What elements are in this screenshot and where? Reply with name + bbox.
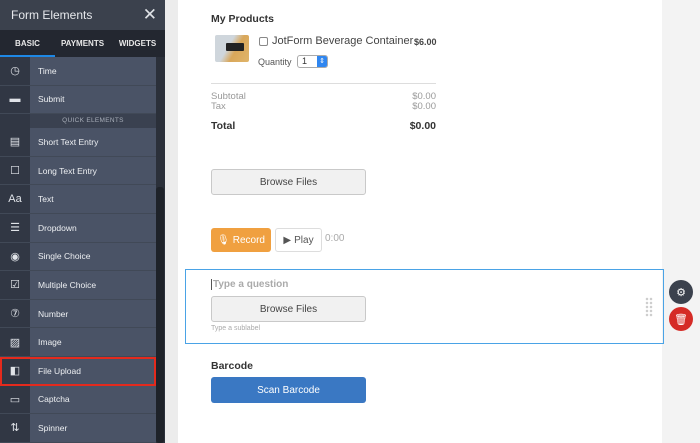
browse-files-button[interactable]: Browse Files <box>211 296 366 322</box>
sidebar-item-submit[interactable]: ▬ Submit <box>0 85 156 115</box>
sidebar-item-long-text-entry[interactable]: ☐ Long Text Entry <box>0 156 156 186</box>
sidebar-item-time[interactable]: ◷ Time <box>0 57 156 86</box>
sidebar-item-label: Spinner <box>30 414 156 442</box>
sidebar-tabs: BASIC PAYMENTS WIDGETS <box>0 30 165 57</box>
sidebar-item-spinner[interactable]: ⇅ Spinner <box>0 414 156 443</box>
sidebar-item-label: Captcha <box>30 385 156 414</box>
products-title: My Products <box>211 13 275 25</box>
long-text-icon: ☐ <box>0 156 30 185</box>
sidebar-header: Form Elements ✕ <box>0 0 165 30</box>
trash-icon[interactable]: 🗑 <box>669 307 693 331</box>
element-list: ◷ Time ▬ Submit QUICK ELEMENTS ▤ Short Text En… <box>0 57 156 443</box>
sidebar-item-label: Dropdown <box>30 213 156 242</box>
form-elements-sidebar: Form Elements ✕ BASIC PAYMENTS WIDGETS ◷… <box>0 0 165 443</box>
sidebar-item-file-upload[interactable]: ◧ File Upload <box>0 356 156 386</box>
chevron-updown-icon: ⇕ <box>317 56 327 67</box>
product-name: JotForm Beverage Container <box>272 35 414 47</box>
submit-icon: ▬ <box>0 85 30 114</box>
captcha-icon: ▭ <box>0 385 30 414</box>
product-checkbox[interactable] <box>259 37 268 46</box>
record-label: Record <box>232 234 265 246</box>
radio-icon: ◉ <box>0 242 30 271</box>
sidebar-item-image[interactable]: ▨ Image <box>0 328 156 357</box>
play-button[interactable]: ▶ Play <box>275 228 322 252</box>
quick-elements-header: QUICK ELEMENTS <box>30 114 156 129</box>
play-label: Play <box>294 234 314 246</box>
selected-field-file-upload[interactable]: Type a question Browse Files Type a subl… <box>185 269 664 344</box>
number-icon: ⑦ <box>0 299 30 328</box>
sidebar-item-dropdown[interactable]: ☰ Dropdown <box>0 213 156 243</box>
file-upload-icon: ◧ <box>0 356 30 385</box>
sidebar-item-label: Image <box>30 328 156 356</box>
sidebar-title: Form Elements <box>11 8 93 22</box>
tab-payments[interactable]: PAYMENTS <box>55 30 110 57</box>
sidebar-item-label: Single Choice <box>30 242 156 271</box>
sidebar-item-single-choice[interactable]: ◉ Single Choice <box>0 242 156 272</box>
tax-label: Tax <box>211 101 226 112</box>
microphone-icon: 🎙 <box>217 234 230 246</box>
drag-handle-icon[interactable] <box>645 297 653 317</box>
sidebar-item-short-text-entry[interactable]: ▤ Short Text Entry <box>0 128 156 157</box>
quantity-label: Quantity <box>258 57 292 67</box>
sidebar-item-number[interactable]: ⑦ Number <box>0 299 156 329</box>
total-value: $0.00 <box>409 120 436 132</box>
clock-icon: ◷ <box>0 57 30 85</box>
scrollbar-thumb[interactable] <box>156 187 164 443</box>
sidebar-item-text[interactable]: Aa Text <box>0 185 156 214</box>
sidebar-item-label: Time <box>30 57 156 85</box>
question-input[interactable]: Type a question <box>211 279 288 290</box>
total-label: Total <box>211 120 236 132</box>
sidebar-item-label: Number <box>30 299 156 328</box>
sidebar-item-label: Long Text Entry <box>30 156 156 185</box>
image-icon: ▨ <box>0 328 30 356</box>
tab-basic[interactable]: BASIC <box>0 30 55 57</box>
sidebar-item-label: Text <box>30 185 156 213</box>
record-button[interactable]: 🎙 Record <box>211 228 271 252</box>
spinner-icon: ⇅ <box>0 414 30 442</box>
gear-icon[interactable]: ⚙ <box>669 280 693 304</box>
product-price: $6.00 <box>414 37 437 47</box>
dropdown-icon: ☰ <box>0 213 30 242</box>
barcode-label: Barcode <box>211 360 254 372</box>
close-icon[interactable]: ✕ <box>143 5 157 25</box>
divider <box>211 83 436 84</box>
quantity-select[interactable]: 1 ⇕ <box>297 55 328 68</box>
section-header: QUICK ELEMENTS <box>0 114 156 129</box>
sidebar-item-label: Short Text Entry <box>30 128 156 156</box>
product-image <box>215 35 249 62</box>
sublabel-input[interactable]: Type a sublabel <box>211 325 260 332</box>
tab-widgets[interactable]: WIDGETS <box>110 30 165 57</box>
checkbox-icon: ☑ <box>0 271 30 299</box>
sidebar-item-captcha[interactable]: ▭ Captcha <box>0 385 156 415</box>
sidebar-item-multiple-choice[interactable]: ☑ Multiple Choice <box>0 271 156 300</box>
browse-files-button[interactable]: Browse Files <box>211 169 366 195</box>
tax-value: $0.00 <box>412 101 436 112</box>
sidebar-item-label: File Upload <box>30 356 156 385</box>
quantity-value: 1 <box>302 56 308 66</box>
sidebar-item-label: Submit <box>30 85 156 114</box>
play-icon: ▶ <box>283 234 292 246</box>
short-text-icon: ▤ <box>0 128 30 156</box>
sidebar-item-label: Multiple Choice <box>30 271 156 299</box>
form-canvas: My Products JotForm Beverage Container $… <box>178 0 664 443</box>
recording-time: 0:00 <box>325 233 345 244</box>
divider <box>165 0 178 443</box>
scan-barcode-button[interactable]: Scan Barcode <box>211 377 366 403</box>
text-icon: Aa <box>0 185 30 213</box>
